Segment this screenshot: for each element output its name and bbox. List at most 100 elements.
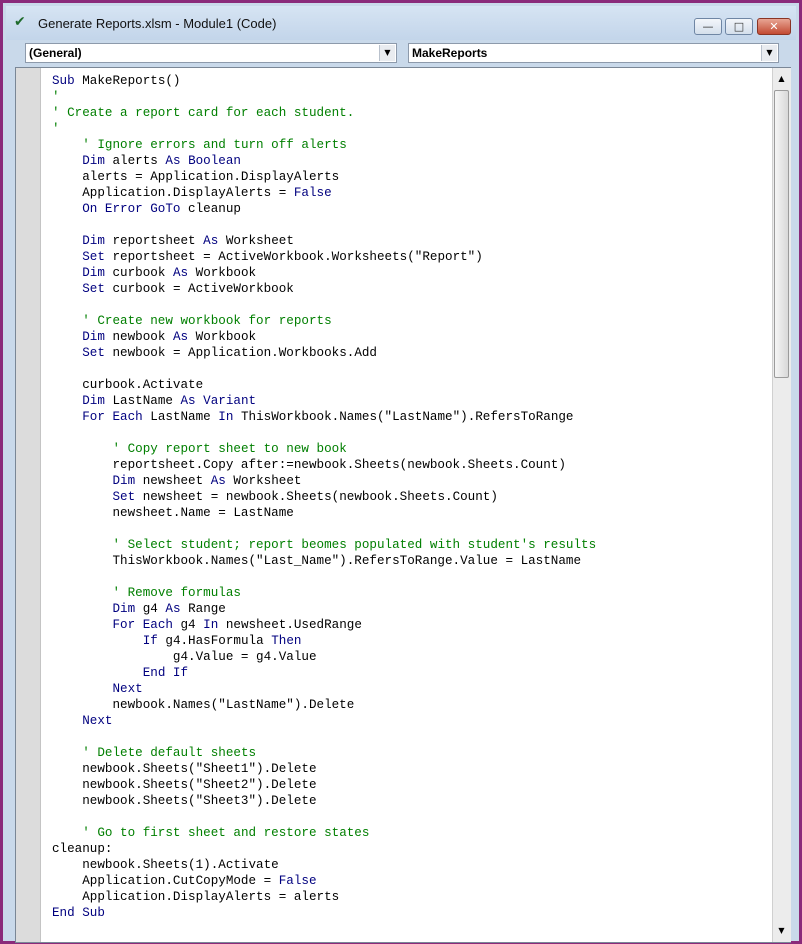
code-line[interactable] bbox=[52, 361, 596, 377]
code-line[interactable]: ' Select student; report beomes populate… bbox=[52, 537, 596, 553]
code-token: newbook.Sheets("Sheet2").Delete bbox=[52, 778, 317, 792]
code-line[interactable]: newbook.Sheets("Sheet2").Delete bbox=[52, 777, 596, 793]
code-line[interactable]: newbook.Sheets("Sheet3").Delete bbox=[52, 793, 596, 809]
code-line[interactable]: newbook.Sheets("Sheet1").Delete bbox=[52, 761, 596, 777]
scrollbar-thumb[interactable] bbox=[774, 90, 789, 378]
code-line[interactable]: Dim LastName As Variant bbox=[52, 393, 596, 409]
code-line[interactable] bbox=[52, 729, 596, 745]
code-line[interactable]: newbook.Sheets(1).Activate bbox=[52, 857, 596, 873]
code-line[interactable]: Set newbook = Application.Workbooks.Add bbox=[52, 345, 596, 361]
code-line[interactable]: alerts = Application.DisplayAlerts bbox=[52, 169, 596, 185]
keyword-token: Dim bbox=[82, 394, 105, 408]
excel-vba-icon: ✔ bbox=[14, 14, 26, 30]
code-line[interactable]: newsheet.Name = LastName bbox=[52, 505, 596, 521]
code-line[interactable]: ' bbox=[52, 89, 596, 105]
code-line[interactable]: g4.Value = g4.Value bbox=[52, 649, 596, 665]
procedure-dropdown[interactable]: MakeReports ▼ bbox=[408, 43, 779, 63]
code-line[interactable]: ThisWorkbook.Names("Last_Name").RefersTo… bbox=[52, 553, 596, 569]
code-line[interactable]: ' Copy report sheet to new book bbox=[52, 441, 596, 457]
code-line[interactable]: Set newsheet = newbook.Sheets(newbook.Sh… bbox=[52, 489, 596, 505]
code-line[interactable] bbox=[52, 217, 596, 233]
code-line[interactable]: Dim reportsheet As Worksheet bbox=[52, 233, 596, 249]
chevron-down-icon[interactable]: ▼ bbox=[379, 45, 395, 61]
code-line[interactable]: Sub MakeReports() bbox=[52, 73, 596, 89]
code-line[interactable] bbox=[52, 297, 596, 313]
code-token: g4 bbox=[172, 618, 204, 632]
code-line[interactable] bbox=[52, 425, 596, 441]
maximize-button[interactable]: □ bbox=[725, 18, 753, 35]
code-line[interactable]: ' Create a report card for each student. bbox=[52, 105, 596, 121]
code-token: curbook.Activate bbox=[52, 378, 204, 392]
code-line[interactable]: ' bbox=[52, 121, 596, 137]
code-token: Application.CutCopyMode = bbox=[52, 874, 279, 888]
keyword-token: On Error GoTo bbox=[82, 202, 181, 216]
code-line[interactable]: newbook.Names("LastName").Delete bbox=[52, 697, 596, 713]
code-line[interactable]: curbook.Activate bbox=[52, 377, 596, 393]
code-line[interactable]: Set curbook = ActiveWorkbook bbox=[52, 281, 596, 297]
keyword-token: In bbox=[218, 410, 234, 424]
code-line[interactable]: On Error GoTo cleanup bbox=[52, 201, 596, 217]
code-line[interactable]: If g4.HasFormula Then bbox=[52, 633, 596, 649]
object-dropdown[interactable]: (General) ▼ bbox=[25, 43, 397, 63]
comment-token: ' Create new workbook for reports bbox=[82, 314, 332, 328]
code-editor[interactable]: Sub MakeReports() ' ' Create a report card… bbox=[15, 67, 791, 943]
code-token: newbook.Sheets("Sheet3").Delete bbox=[52, 794, 317, 808]
code-line[interactable]: cleanup: bbox=[52, 841, 596, 857]
code-line[interactable]: Dim g4 As Range bbox=[52, 601, 596, 617]
keyword-token: For Each bbox=[112, 618, 173, 632]
minimize-button[interactable]: — bbox=[694, 18, 722, 35]
code-line[interactable]: Application.CutCopyMode = False bbox=[52, 873, 596, 889]
code-token: reportsheet = ActiveWorkbook.Worksheets(… bbox=[104, 250, 483, 264]
keyword-token: Dim bbox=[112, 474, 136, 488]
vertical-scrollbar[interactable]: ▲ ▼ bbox=[772, 68, 791, 942]
title-bar[interactable]: ✔ Generate Reports.xlsm - Module1 (Code)… bbox=[6, 6, 796, 40]
code-line[interactable]: Dim curbook As Workbook bbox=[52, 265, 596, 281]
code-line[interactable] bbox=[52, 521, 596, 537]
code-line[interactable]: ' Ignore errors and turn off alerts bbox=[52, 137, 596, 153]
code-line[interactable]: For Each g4 In newsheet.UsedRange bbox=[52, 617, 596, 633]
keyword-token: Dim bbox=[82, 330, 105, 344]
keyword-token: Set bbox=[82, 282, 105, 296]
margin-indicator-bar[interactable] bbox=[16, 68, 41, 942]
code-line[interactable]: ' Delete default sheets bbox=[52, 745, 596, 761]
code-line[interactable]: Set reportsheet = ActiveWorkbook.Workshe… bbox=[52, 249, 596, 265]
code-token: Application.DisplayAlerts = alerts bbox=[52, 890, 340, 904]
code-line[interactable]: End Sub bbox=[52, 905, 596, 921]
code-token: g4.HasFormula bbox=[157, 634, 272, 648]
code-token: Application.DisplayAlerts = bbox=[52, 186, 294, 200]
comment-token: ' Ignore errors and turn off alerts bbox=[82, 138, 347, 152]
code-line[interactable]: Application.DisplayAlerts = alerts bbox=[52, 889, 596, 905]
scroll-down-icon[interactable]: ▼ bbox=[775, 924, 788, 938]
chevron-down-icon[interactable]: ▼ bbox=[761, 45, 777, 61]
code-line[interactable]: Next bbox=[52, 681, 596, 697]
code-line[interactable] bbox=[52, 809, 596, 825]
code-token: g4.Value = g4.Value bbox=[52, 650, 317, 664]
code-line[interactable]: Dim newbook As Workbook bbox=[52, 329, 596, 345]
code-text[interactable]: Sub MakeReports() ' ' Create a report card… bbox=[52, 73, 596, 921]
keyword-token: For Each bbox=[82, 410, 143, 424]
scroll-up-icon[interactable]: ▲ bbox=[775, 72, 788, 86]
code-line[interactable]: ' Go to first sheet and restore states bbox=[52, 825, 596, 841]
code-line[interactable]: Application.DisplayAlerts = False bbox=[52, 185, 596, 201]
code-line[interactable]: reportsheet.Copy after:=newbook.Sheets(n… bbox=[52, 457, 596, 473]
code-line[interactable]: Dim alerts As Boolean bbox=[52, 153, 596, 169]
code-line[interactable]: Next bbox=[52, 713, 596, 729]
code-line[interactable]: Dim newsheet As Worksheet bbox=[52, 473, 596, 489]
code-token: newbook.Sheets("Sheet1").Delete bbox=[52, 762, 317, 776]
code-line[interactable]: For Each LastName In ThisWorkbook.Names(… bbox=[52, 409, 596, 425]
code-line[interactable] bbox=[52, 569, 596, 585]
code-line[interactable]: ' Create new workbook for reports bbox=[52, 313, 596, 329]
close-button[interactable]: ✕ bbox=[757, 18, 791, 35]
code-line[interactable]: End If bbox=[52, 665, 596, 681]
keyword-token: False bbox=[293, 186, 332, 200]
code-line[interactable]: ' Remove formulas bbox=[52, 585, 596, 601]
